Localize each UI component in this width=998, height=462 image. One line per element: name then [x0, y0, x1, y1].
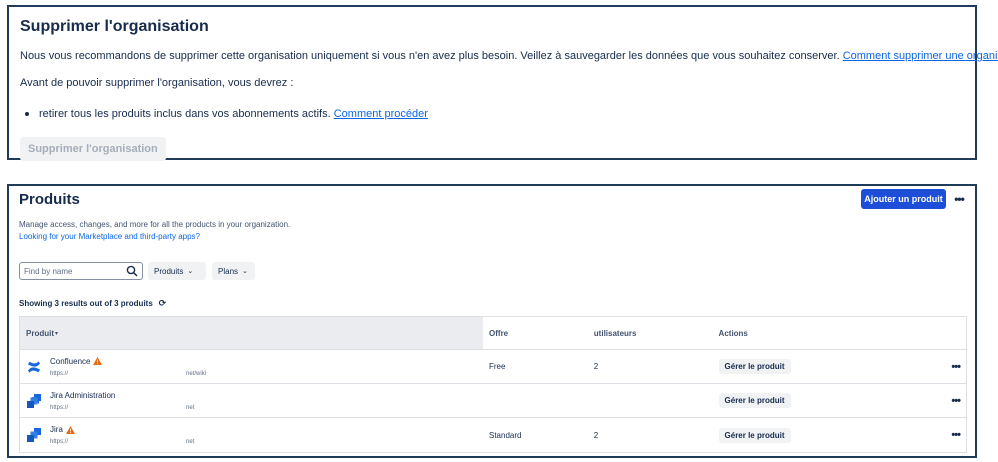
column-header-product-label: Produit — [26, 328, 54, 338]
column-header-users: utilisateurs — [593, 328, 637, 338]
product-name[interactable]: Jira Administration — [50, 391, 194, 400]
delete-organisation-help-link[interactable]: Comment supprimer une organisation — [843, 50, 998, 62]
warning-icon — [65, 425, 75, 434]
product-url-end: net/wiki — [186, 370, 207, 377]
manage-product-button[interactable]: Gérer le produit — [718, 359, 791, 374]
manage-product-button[interactable]: Gérer le produit — [718, 393, 791, 408]
products-title: Produits — [19, 191, 80, 208]
plans-filter-label: Plans — [218, 266, 239, 276]
table-row: Confluence https:// net/wiki Free 2 Gérer… — [20, 350, 966, 384]
delete-organisation-panel: Supprimer l'organisation Nous vous recom… — [7, 5, 998, 161]
product-name[interactable]: Confluence — [50, 357, 206, 366]
table-row: Jira https:// net Standard 2 Gérer le pro… — [20, 418, 966, 452]
delete-organisation-button[interactable]: Supprimer l'organisation — [20, 137, 166, 161]
marketplace-link[interactable]: Looking for your Marketplace and third-p… — [19, 232, 200, 241]
product-cell: Jira https:// net — [20, 425, 483, 445]
more-icon[interactable]: ••• — [951, 361, 961, 373]
column-header-product[interactable]: Produit ▾ — [20, 317, 484, 349]
products-table: Produit ▾ Offre utilisateurs Actions Conf… — [19, 316, 967, 453]
column-header-actions: Actions — [718, 328, 748, 338]
requirement-text: retirer tous les produits inclus dans vo… — [39, 108, 331, 120]
product-url-end: net — [186, 439, 195, 445]
chevron-down-icon: ⌄ — [187, 268, 194, 275]
warning-icon — [93, 357, 103, 365]
users-cell: 2 — [593, 362, 599, 371]
offer-cell: Standard — [489, 430, 522, 440]
product-cell: Confluence https:// net/wiki — [20, 357, 483, 377]
delete-description-text: Nous vous recommandons de supprimer cett… — [20, 50, 840, 62]
confluence-logo — [28, 360, 40, 373]
products-filter-label: Produits — [154, 266, 184, 276]
search-input[interactable]: Find by name — [19, 262, 143, 280]
chevron-down-icon: ⌄ — [242, 268, 248, 275]
product-url-start: https:// — [50, 370, 69, 377]
product-url: https:// net/wiki — [50, 371, 206, 377]
table-row: Jira Administration https:// net Gérer le… — [20, 384, 966, 418]
product-name-text: Jira Administration — [50, 390, 116, 400]
product-cell: Jira Administration https:// net — [20, 391, 483, 411]
product-name-text: Jira — [50, 425, 63, 434]
product-url-start: https:// — [50, 404, 69, 411]
actions-cell: Gérer le produit ••• — [713, 359, 966, 374]
more-icon[interactable]: ••• — [951, 429, 961, 441]
delete-requirement-intro: Avant de pouvoir supprimer l'organisatio… — [20, 77, 294, 89]
search-icon — [126, 265, 138, 277]
products-filter-dropdown[interactable]: Produits ⌄ — [148, 262, 206, 280]
product-url-start: https:// — [50, 439, 69, 445]
results-count-text: Showing 3 results out of 3 produits — [19, 299, 153, 308]
actions-cell: Gérer le produit ••• — [713, 427, 966, 443]
refresh-icon[interactable]: ⟳ — [159, 298, 167, 309]
product-name-text: Confluence — [50, 356, 91, 366]
product-url: https:// net — [50, 439, 194, 445]
more-icon[interactable]: ••• — [949, 189, 969, 209]
bullet-dot — [25, 112, 29, 116]
table-header: Produit ▾ Offre utilisateurs Actions — [20, 317, 966, 350]
plans-filter-dropdown[interactable]: Plans ⌄ — [212, 262, 255, 280]
product-url-end: net — [186, 404, 195, 411]
add-product-button[interactable]: Ajouter un produit — [861, 189, 946, 209]
product-url: https:// net — [50, 405, 194, 411]
actions-cell: Gérer le produit ••• — [713, 393, 966, 408]
users-cell: 2 — [593, 430, 599, 440]
more-icon[interactable]: ••• — [951, 395, 961, 407]
search-placeholder: Find by name — [24, 266, 73, 276]
jira-logo — [27, 393, 41, 408]
products-panel: Produits Ajouter un produit ••• Manage a… — [7, 184, 977, 458]
offer-cell: Free — [489, 362, 506, 371]
results-count: Showing 3 results out of 3 produits ⟳ — [19, 298, 166, 309]
products-description: Manage access, changes, and more for all… — [19, 220, 291, 229]
how-to-proceed-link[interactable]: Comment procéder — [334, 108, 428, 120]
column-header-offer: Offre — [489, 328, 509, 338]
sort-icon: ▾ — [55, 330, 59, 337]
delete-description: Nous vous recommandons de supprimer cett… — [20, 50, 998, 62]
product-name[interactable]: Jira — [50, 425, 194, 434]
jira-logo — [27, 428, 41, 442]
manage-product-button[interactable]: Gérer le produit — [718, 427, 791, 443]
delete-section-title: Supprimer l'organisation — [20, 18, 209, 35]
requirement-list-item: retirer tous les produits inclus dans vo… — [20, 108, 964, 120]
